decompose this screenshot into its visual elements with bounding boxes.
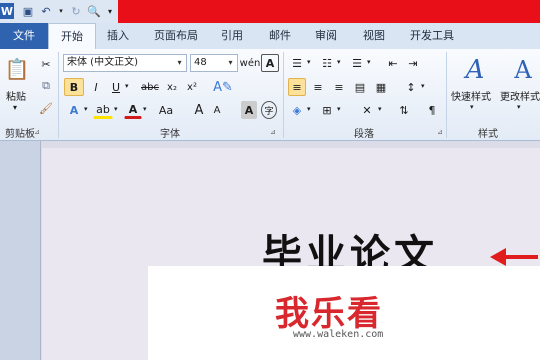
change-case-button[interactable]: Aa bbox=[154, 101, 178, 119]
char-border-icon[interactable]: A bbox=[261, 54, 279, 72]
tab-view[interactable]: 视图 bbox=[356, 23, 392, 49]
char-shading-button[interactable]: A bbox=[241, 101, 257, 119]
font-group-label: 字体 bbox=[160, 129, 180, 140]
font-color-icon[interactable]: A bbox=[124, 101, 142, 119]
tab-mailings[interactable]: 邮件 bbox=[262, 23, 298, 49]
copy-icon[interactable]: ⧉ bbox=[38, 77, 54, 95]
undo-dropdown-icon[interactable]: ▾ bbox=[53, 3, 69, 19]
borders-dropdown-icon[interactable]: ▾ bbox=[337, 105, 341, 113]
shading-icon[interactable]: ◈ bbox=[288, 101, 306, 119]
group-separator bbox=[446, 52, 447, 138]
paste-dropdown-icon[interactable]: ▾ bbox=[13, 103, 17, 112]
line-spacing-icon[interactable]: ↕ bbox=[402, 78, 420, 96]
cut-icon[interactable]: ✂ bbox=[38, 55, 54, 73]
numbering-dropdown-icon[interactable]: ▾ bbox=[337, 58, 341, 66]
paste-button[interactable]: 粘贴 bbox=[6, 88, 26, 103]
tab-file[interactable]: 文件 bbox=[0, 23, 48, 49]
tab-references[interactable]: 引用 bbox=[214, 23, 250, 49]
watermark-url: www.waleken.com bbox=[293, 329, 384, 340]
save-icon[interactable]: ▣ bbox=[20, 3, 36, 19]
font-size-dropdown-icon[interactable]: ▾ bbox=[225, 56, 236, 70]
bullets-dropdown-icon[interactable]: ▾ bbox=[307, 58, 311, 66]
justify-icon[interactable]: ▤ bbox=[351, 78, 369, 96]
title-bar-highlight bbox=[118, 0, 540, 23]
align-right-icon[interactable]: ≡ bbox=[330, 78, 348, 96]
paragraph-group-label: 段落 bbox=[354, 129, 374, 140]
bullets-icon[interactable]: ☰ bbox=[288, 54, 306, 72]
highlight-dropdown-icon[interactable]: ▾ bbox=[114, 105, 118, 113]
subscript-button[interactable]: x₂ bbox=[163, 78, 181, 96]
phonetic-guide-icon[interactable]: wén bbox=[240, 54, 261, 72]
clear-formatting-icon[interactable]: A✎ bbox=[212, 78, 234, 96]
clipboard-launcher-icon[interactable]: ⊿ bbox=[34, 128, 40, 136]
paragraph-launcher-icon[interactable]: ⊿ bbox=[437, 128, 443, 136]
font-name-combo[interactable]: 宋体 (中文正文) ▾ bbox=[63, 54, 187, 72]
text-effects-icon[interactable]: A bbox=[64, 101, 84, 119]
tab-home[interactable]: 开始 bbox=[48, 23, 96, 51]
format-painter-icon[interactable]: 🖌 bbox=[38, 99, 54, 117]
numbering-icon[interactable]: ☷ bbox=[318, 54, 336, 72]
bold-button[interactable]: B bbox=[64, 78, 84, 96]
styles-group-label: 样式 bbox=[478, 129, 498, 140]
chinese-layout-icon[interactable]: ✕ bbox=[357, 101, 377, 119]
text-effects-dropdown-icon[interactable]: ▾ bbox=[84, 105, 88, 113]
watermark-logo: 我乐看 bbox=[275, 294, 383, 334]
tab-insert[interactable]: 插入 bbox=[100, 23, 136, 49]
font-name-dropdown-icon[interactable]: ▾ bbox=[174, 56, 185, 70]
change-styles-dropdown-icon[interactable]: ▾ bbox=[517, 103, 521, 111]
vertical-ruler bbox=[0, 141, 41, 360]
highlight-icon[interactable]: ab bbox=[93, 101, 113, 119]
sort-icon[interactable]: ⇅ bbox=[395, 101, 413, 119]
decrease-indent-icon[interactable]: ⇤ bbox=[384, 54, 402, 72]
change-styles-button[interactable]: 更改样式 bbox=[500, 88, 540, 103]
distributed-icon[interactable]: ▦ bbox=[372, 78, 390, 96]
font-size-value: 48 bbox=[194, 57, 207, 68]
align-center-icon[interactable]: ≡ bbox=[309, 78, 327, 96]
quick-styles-dropdown-icon[interactable]: ▾ bbox=[470, 103, 474, 111]
chinese-layout-dropdown-icon[interactable]: ▾ bbox=[378, 105, 382, 113]
align-left-icon[interactable]: ≡ bbox=[288, 78, 306, 96]
line-spacing-dropdown-icon[interactable]: ▾ bbox=[421, 82, 425, 90]
shading-dropdown-icon[interactable]: ▾ bbox=[307, 105, 311, 113]
print-preview-icon[interactable]: 🔍 bbox=[86, 3, 102, 19]
paste-icon[interactable]: 📋 bbox=[4, 54, 30, 84]
increase-indent-icon[interactable]: ⇥ bbox=[404, 54, 422, 72]
strikethrough-button[interactable]: abc bbox=[138, 78, 162, 96]
quick-styles-button[interactable]: 快速样式 bbox=[451, 88, 491, 103]
underline-button[interactable]: U bbox=[108, 78, 124, 96]
undo-icon[interactable]: ↶ bbox=[38, 3, 54, 19]
font-color-dropdown-icon[interactable]: ▾ bbox=[143, 105, 147, 113]
multilevel-list-icon[interactable]: ☰ bbox=[348, 54, 366, 72]
quick-styles-icon[interactable]: A bbox=[458, 54, 492, 86]
font-size-combo[interactable]: 48 ▾ bbox=[190, 54, 238, 72]
tab-review[interactable]: 审阅 bbox=[308, 23, 344, 49]
tab-page-layout[interactable]: 页面布局 bbox=[146, 23, 206, 49]
group-separator bbox=[58, 52, 59, 138]
customize-toolbar-icon[interactable]: ▾ bbox=[102, 3, 118, 19]
underline-dropdown-icon[interactable]: ▾ bbox=[125, 82, 129, 90]
font-launcher-icon[interactable]: ⊿ bbox=[270, 128, 276, 136]
word-app-icon[interactable]: W bbox=[0, 3, 14, 19]
superscript-button[interactable]: x² bbox=[183, 78, 201, 96]
change-styles-icon[interactable]: A bbox=[506, 54, 540, 86]
italic-button[interactable]: I bbox=[88, 78, 104, 96]
enclose-char-icon[interactable]: 字 bbox=[261, 101, 277, 119]
shrink-font-button[interactable]: A bbox=[209, 101, 225, 119]
show-marks-icon[interactable]: ¶ bbox=[425, 101, 439, 119]
redo-icon[interactable]: ↻ bbox=[68, 3, 84, 19]
annotation-arrow bbox=[490, 248, 538, 266]
tab-developer[interactable]: 开发工具 bbox=[402, 23, 462, 49]
borders-icon[interactable]: ⊞ bbox=[318, 101, 336, 119]
multilevel-dropdown-icon[interactable]: ▾ bbox=[367, 58, 371, 66]
font-name-value: 宋体 (中文正文) bbox=[67, 57, 138, 68]
grow-font-button[interactable]: A bbox=[191, 101, 207, 119]
